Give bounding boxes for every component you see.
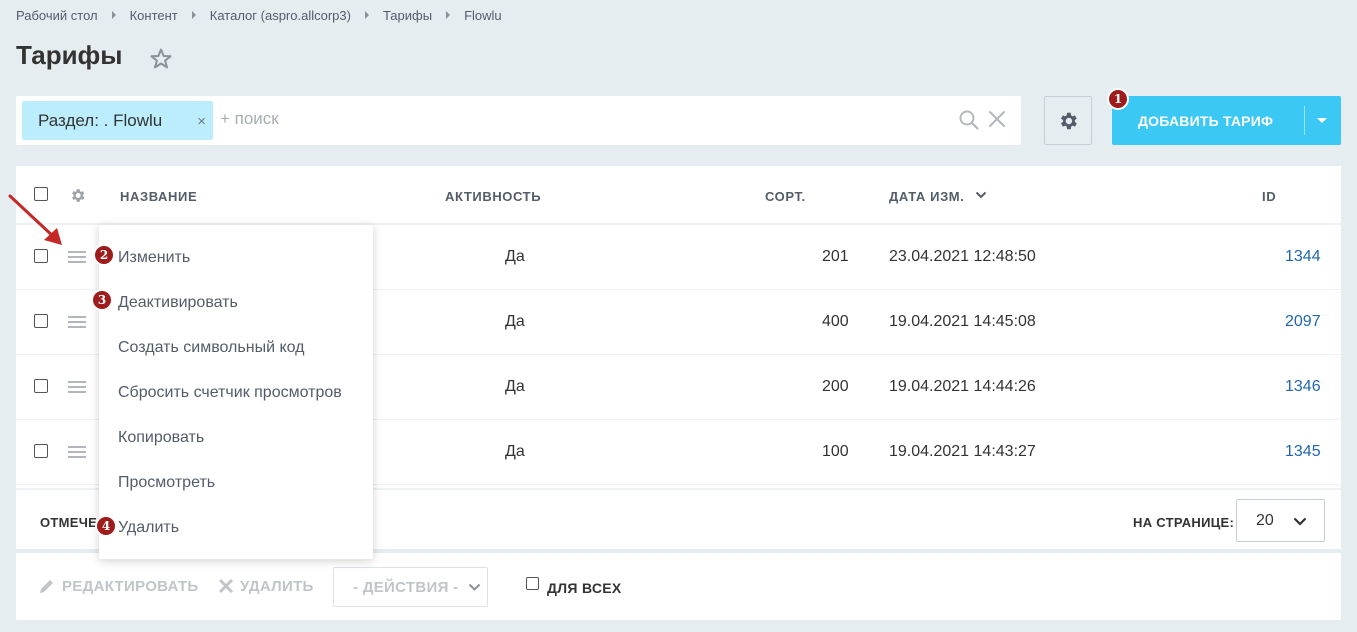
menu-item-reset-view-counter[interactable]: Сбросить счетчик просмотров — [118, 384, 342, 402]
column-header-name[interactable]: НАЗВАНИЕ — [120, 189, 197, 204]
chevron-down-icon — [468, 583, 481, 591]
row-menu-handle-icon[interactable] — [68, 446, 86, 458]
column-header-date[interactable]: ДАТА ИЗМ. — [889, 189, 964, 204]
chevron-down-icon — [1293, 517, 1307, 526]
breadcrumb-tariffs[interactable]: Тарифы — [383, 8, 432, 23]
delete-x-icon — [218, 578, 234, 594]
menu-item-edit[interactable]: Изменить — [118, 249, 190, 267]
for-all-label: ДЛЯ ВСЕХ — [547, 580, 622, 596]
clear-search-icon[interactable] — [988, 110, 1006, 128]
breadcrumb-separator-icon — [446, 11, 451, 19]
cell-active: Да — [505, 443, 525, 460]
grid-header: НАЗВАНИЕ АКТИВНОСТЬ СОРТ. ДАТА ИЗМ. ID — [16, 166, 1341, 225]
cell-active: Да — [505, 378, 525, 395]
cell-id-link[interactable]: 2097 — [1285, 313, 1321, 331]
sort-chevron-down-icon[interactable] — [975, 191, 987, 199]
cell-sort: 400 — [822, 313, 849, 330]
add-button-divider — [1304, 106, 1305, 135]
for-all-checkbox[interactable] — [526, 577, 539, 590]
column-header-active[interactable]: АКТИВНОСТЬ — [445, 189, 541, 204]
cell-id-link[interactable]: 1345 — [1285, 443, 1321, 461]
add-dropdown-chevron-icon[interactable] — [1317, 118, 1327, 123]
breadcrumb-desktop[interactable]: Рабочий стол — [16, 8, 98, 23]
step-badge-4: 4 — [95, 515, 117, 537]
per-page-select[interactable]: 20 — [1236, 499, 1325, 542]
row-menu-handle-icon[interactable] — [68, 381, 86, 393]
star-icon[interactable] — [149, 47, 173, 71]
cell-sort: 100 — [822, 443, 849, 460]
search-input[interactable]: + поиск — [220, 109, 279, 129]
menu-item-delete[interactable]: Удалить — [118, 519, 179, 537]
filter-tag-section[interactable]: Раздел: . Flowlu × — [22, 101, 213, 140]
add-tariff-label: ДОБАВИТЬ ТАРИФ — [1138, 113, 1274, 129]
pencil-icon — [40, 580, 53, 593]
breadcrumb-content[interactable]: Контент — [130, 8, 178, 23]
per-page-label: НА СТРАНИЦЕ: — [1133, 515, 1235, 530]
column-settings-gear-icon[interactable] — [69, 187, 86, 204]
filter-search-bar[interactable]: Раздел: . Flowlu × + поиск — [16, 96, 1021, 145]
step-badge-1: 1 — [1107, 88, 1129, 110]
step-badge-2: 2 — [93, 244, 115, 266]
row-menu-handle-icon[interactable] — [68, 251, 86, 263]
cell-active: Да — [505, 313, 525, 330]
filter-tag-close-icon[interactable]: × — [197, 113, 206, 130]
annotation-arrow-icon — [8, 194, 62, 245]
actions-select-value: - ДЕЙСТВИЯ - — [353, 579, 459, 596]
cell-sort: 201 — [822, 248, 849, 265]
step-badge-3: 3 — [91, 289, 113, 311]
actions-select[interactable]: - ДЕЙСТВИЯ - — [333, 567, 488, 607]
cell-date: 23.04.2021 12:48:50 — [889, 248, 1036, 265]
menu-item-deactivate[interactable]: Деактивировать — [118, 294, 238, 312]
breadcrumb-flowlu[interactable]: Flowlu — [464, 8, 502, 23]
cell-date: 19.04.2021 14:45:08 — [889, 313, 1036, 330]
menu-item-create-symbolic-code[interactable]: Создать символьный код — [118, 339, 305, 357]
cell-sort: 200 — [822, 378, 849, 395]
group-actions-panel: РЕДАКТИРОВАТЬ УДАЛИТЬ - ДЕЙСТВИЯ - ДЛЯ В… — [16, 553, 1341, 620]
row-menu-handle-icon[interactable] — [68, 316, 86, 328]
breadcrumb-separator-icon — [364, 11, 369, 19]
column-header-id[interactable]: ID — [1262, 189, 1276, 204]
cell-date: 19.04.2021 14:44:26 — [889, 378, 1036, 395]
row-checkbox[interactable] — [34, 379, 48, 393]
row-checkbox[interactable] — [34, 314, 48, 328]
search-icon[interactable] — [958, 109, 980, 131]
delete-action-button[interactable]: УДАЛИТЬ — [240, 578, 314, 595]
row-context-menu: Изменить Деактивировать Создать символьн… — [99, 225, 373, 559]
menu-item-copy[interactable]: Копировать — [118, 429, 204, 447]
settings-button[interactable] — [1044, 96, 1092, 145]
add-tariff-button[interactable]: ДОБАВИТЬ ТАРИФ — [1112, 96, 1341, 145]
cell-id-link[interactable]: 1344 — [1285, 248, 1321, 266]
gear-icon — [1061, 112, 1077, 129]
page-title: Тарифы — [16, 40, 123, 70]
cell-id-link[interactable]: 1346 — [1285, 378, 1321, 396]
column-header-sort[interactable]: СОРТ. — [765, 189, 806, 204]
breadcrumb-separator-icon — [191, 11, 196, 19]
breadcrumb-catalog[interactable]: Каталог (aspro.allcorp3) — [210, 8, 351, 23]
breadcrumb-separator-icon — [111, 11, 116, 19]
edit-action-button[interactable]: РЕДАКТИРОВАТЬ — [62, 578, 199, 595]
row-checkbox[interactable] — [34, 444, 48, 458]
cell-date: 19.04.2021 14:43:27 — [889, 443, 1036, 460]
breadcrumb: Рабочий стол Контент Каталог (aspro.allc… — [16, 6, 502, 24]
cell-active: Да — [505, 248, 525, 265]
menu-item-view[interactable]: Просмотреть — [118, 474, 215, 492]
per-page-value: 20 — [1256, 512, 1274, 529]
filter-tag-label: Раздел: . Flowlu — [38, 110, 163, 130]
